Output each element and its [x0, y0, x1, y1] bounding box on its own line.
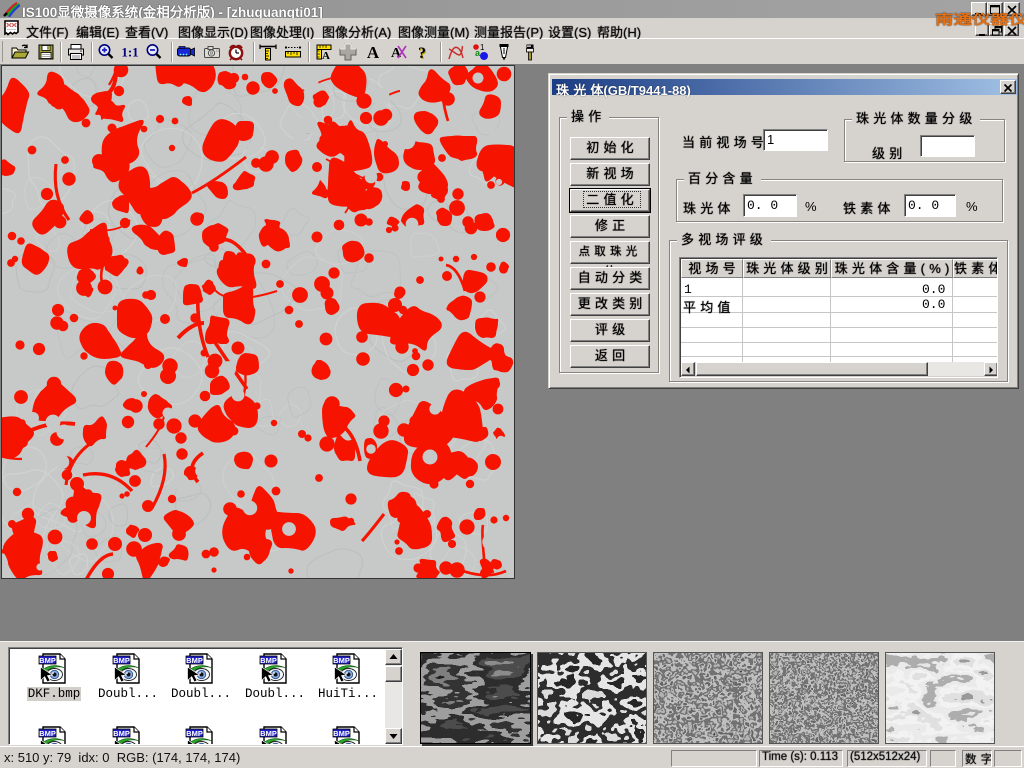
svg-text:DOC: DOC	[4, 22, 19, 29]
svg-text:1: 1	[480, 43, 485, 52]
svg-text:A: A	[367, 43, 380, 62]
svg-text:?: ?	[418, 45, 426, 62]
svg-text:BMP: BMP	[113, 729, 130, 738]
svg-text:BMP: BMP	[333, 729, 350, 738]
svg-text:BMP: BMP	[186, 656, 203, 665]
svg-text:BMP: BMP	[39, 729, 56, 738]
svg-text:BMP: BMP	[113, 656, 130, 665]
svg-text:BMP: BMP	[333, 656, 350, 665]
svg-text:BMP: BMP	[260, 656, 277, 665]
svg-text:BMP: BMP	[186, 729, 203, 738]
svg-text:1:1: 1:1	[121, 45, 138, 60]
svg-text:BMP: BMP	[39, 656, 56, 665]
svg-text:BMP: BMP	[260, 729, 277, 738]
svg-text:A: A	[322, 50, 330, 62]
